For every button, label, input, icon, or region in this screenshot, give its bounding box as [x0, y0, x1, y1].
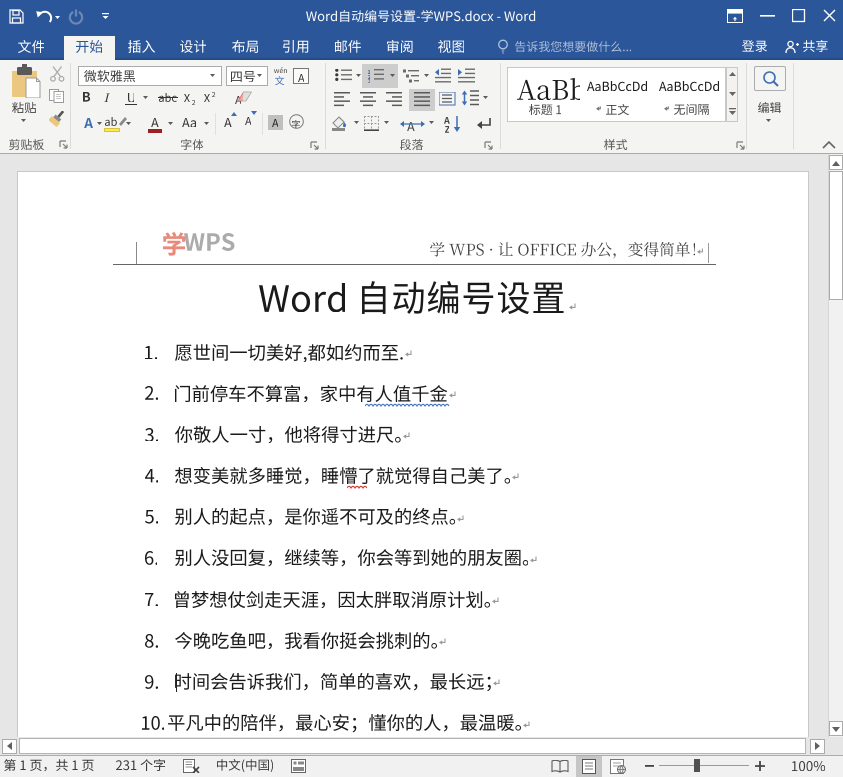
svg-text:I: I — [104, 90, 111, 104]
